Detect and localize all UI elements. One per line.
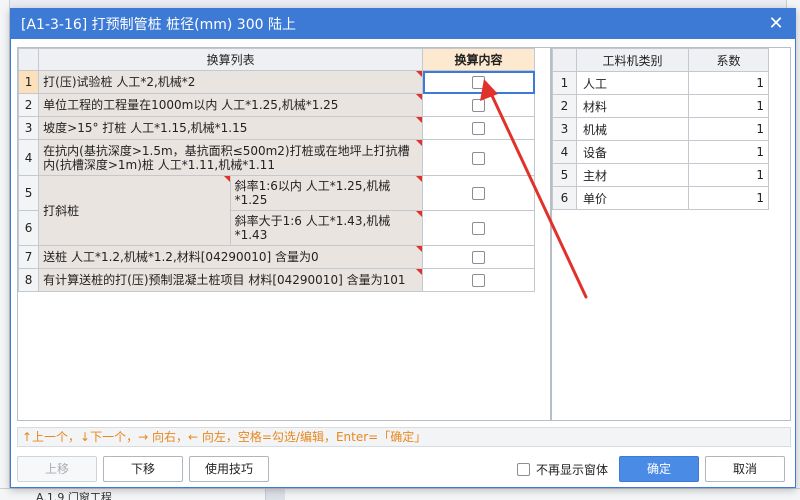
coefficient-value[interactable]: 1 [688, 163, 769, 187]
usage-tips-button[interactable]: 使用技巧 [189, 456, 269, 482]
comment-marker-icon [416, 117, 423, 123]
header-resource-type: 工料机类别 [576, 48, 689, 72]
conversion-checkbox-cell[interactable] [422, 268, 535, 292]
conversion-desc-text: 坡度>15° 打桩 人工*1.15,机械*1.15 [43, 121, 248, 135]
header-coefficient: 系数 [688, 48, 769, 72]
no-show-again-option[interactable]: 不再显示窗体 [517, 461, 608, 478]
move-up-button[interactable]: 上移 [17, 456, 97, 482]
conversion-checkbox[interactable] [472, 76, 486, 89]
conversion-checkbox-cell[interactable] [422, 210, 535, 246]
conversion-desc-text: 送桩 人工*1.2,机械*1.2,材料[04290010] 含量为0 [43, 250, 319, 264]
resource-type: 主材 [576, 163, 689, 187]
no-show-again-checkbox[interactable] [517, 463, 530, 476]
resource-coefficient-panel: 工料机类别 系数 1 人工 1 2 材料 1 3 机械 1 4 设备 1 5 主… [551, 47, 791, 421]
conversion-group: 打斜桩 [38, 175, 231, 246]
conversion-desc: 有计算送桩的打(压)预制混凝土桩项目 材料[04290010] 含量为101 [38, 268, 424, 292]
resource-table: 工料机类别 系数 1 人工 1 2 材料 1 3 机械 1 4 设备 1 5 主… [552, 48, 769, 210]
conversion-checkbox-cell[interactable] [422, 93, 535, 117]
conversion-checkbox-cell[interactable] [422, 139, 535, 176]
conversion-checkbox[interactable] [472, 99, 486, 112]
conversion-desc-text: 斜率大于1:6 人工*1.43,机械*1.43 [234, 214, 391, 242]
conversion-checkbox-cell[interactable] [422, 116, 535, 140]
row-number: 1 [17, 70, 40, 94]
conversion-checkbox[interactable] [472, 222, 486, 235]
conversion-checkbox-cell[interactable] [422, 70, 535, 94]
conversion-desc-text: 在抗内(基抗深度>1.5m，基抗面积≤500m2)打桩或在地坪上打抗槽内(抗槽深… [43, 143, 410, 172]
conversion-checkbox[interactable] [472, 122, 486, 135]
header-conversion-content: 换算内容 [422, 48, 535, 71]
conversion-checkbox[interactable] [472, 187, 486, 200]
resource-type: 设备 [576, 140, 689, 164]
background-left-strip [0, 0, 10, 500]
comment-marker-icon [416, 246, 423, 252]
dialog-titlebar: [A1-3-16] 打预制管桩 桩径(mm) 300 陆上 ✕ [11, 9, 795, 39]
coefficient-value[interactable]: 1 [688, 186, 769, 210]
conversion-checkbox-cell[interactable] [422, 245, 535, 269]
conversion-desc-text: 有计算送桩的打(压)预制混凝土桩项目 材料[04290010] 含量为101 [43, 273, 406, 287]
header-conversion-list: 换算列表 [38, 48, 424, 71]
conversion-desc-text: 单位工程的工程量在1000m以内 人工*1.25,机械*1.25 [43, 98, 339, 112]
comment-marker-icon [416, 140, 423, 146]
background-tree-item[interactable]: A.1.9 门窗工程 [36, 489, 112, 500]
background-bottom-strip [0, 488, 800, 500]
comment-marker-icon [416, 94, 423, 100]
comment-marker-icon [416, 71, 423, 77]
cancel-button[interactable]: 取消 [705, 456, 785, 482]
conversion-group-text: 打斜桩 [43, 203, 80, 218]
coefficient-value[interactable]: 1 [688, 117, 769, 141]
row-number: 6 [552, 186, 577, 210]
row-number: 7 [17, 245, 40, 269]
row-number: 2 [17, 93, 40, 117]
background-splitter [265, 489, 285, 500]
coefficient-value[interactable]: 1 [688, 71, 769, 95]
comment-marker-icon [416, 211, 423, 217]
resource-type: 人工 [576, 71, 689, 95]
keyboard-hint: ↑上一个，↓下一个，→ 向右，← 向左，空格=勾选/编辑，Enter=「确定」 [17, 427, 791, 447]
conversion-desc: 打(压)试验桩 人工*2,机械*2 [38, 70, 424, 94]
no-show-again-label: 不再显示窗体 [536, 463, 609, 477]
conversion-checkbox-cell[interactable] [422, 175, 535, 211]
resource-type: 机械 [576, 117, 689, 141]
row-number: 3 [17, 116, 40, 140]
comment-marker-icon [416, 269, 423, 275]
conversion-desc: 单位工程的工程量在1000m以内 人工*1.25,机械*1.25 [38, 93, 424, 117]
corner-cell [552, 48, 577, 72]
comment-marker-icon [416, 176, 423, 182]
conversion-desc: 坡度>15° 打桩 人工*1.15,机械*1.15 [38, 116, 424, 140]
resource-type: 单价 [576, 186, 689, 210]
conversion-checkbox[interactable] [472, 151, 486, 165]
coefficient-value[interactable]: 1 [688, 140, 769, 164]
row-number: 3 [552, 117, 577, 141]
conversion-table: 换算列表 换算内容 1 打(压)试验桩 人工*2,机械*2 2 单位工程的工程量… [17, 48, 535, 292]
row-number: 8 [17, 268, 40, 292]
row-number: 1 [552, 71, 577, 95]
conversion-desc: 斜率大于1:6 人工*1.43,机械*1.43 [229, 210, 424, 246]
conversion-desc-text: 斜率1:6以内 人工*1.25,机械*1.25 [234, 179, 391, 207]
row-number: 4 [552, 140, 577, 164]
conversion-checkbox[interactable] [472, 274, 486, 287]
row-number: 6 [17, 210, 40, 246]
move-down-button[interactable]: 下移 [103, 456, 183, 482]
resource-type: 材料 [576, 94, 689, 118]
conversion-desc: 送桩 人工*1.2,机械*1.2,材料[04290010] 含量为0 [38, 245, 424, 269]
conversion-dialog: [A1-3-16] 打预制管桩 桩径(mm) 300 陆上 ✕ 换算列表 换算内… [10, 8, 796, 488]
ok-button[interactable]: 确定 [619, 456, 699, 482]
dialog-title: [A1-3-16] 打预制管桩 桩径(mm) 300 陆上 [21, 17, 296, 33]
row-number: 4 [17, 139, 40, 176]
conversion-list-panel: 换算列表 换算内容 1 打(压)试验桩 人工*2,机械*2 2 单位工程的工程量… [17, 47, 551, 421]
row-number: 5 [17, 175, 40, 211]
conversion-checkbox[interactable] [472, 251, 486, 264]
corner-cell [17, 48, 40, 71]
row-number: 5 [552, 163, 577, 187]
conversion-desc: 斜率1:6以内 人工*1.25,机械*1.25 [229, 175, 424, 211]
row-number: 2 [552, 94, 577, 118]
comment-marker-icon [223, 176, 230, 182]
conversion-desc: 在抗内(基抗深度>1.5m，基抗面积≤500m2)打桩或在地坪上打抗槽内(抗槽深… [38, 139, 424, 176]
close-icon[interactable]: ✕ [765, 13, 787, 35]
conversion-desc-text: 打(压)试验桩 人工*2,机械*2 [43, 75, 196, 89]
coefficient-value[interactable]: 1 [688, 94, 769, 118]
